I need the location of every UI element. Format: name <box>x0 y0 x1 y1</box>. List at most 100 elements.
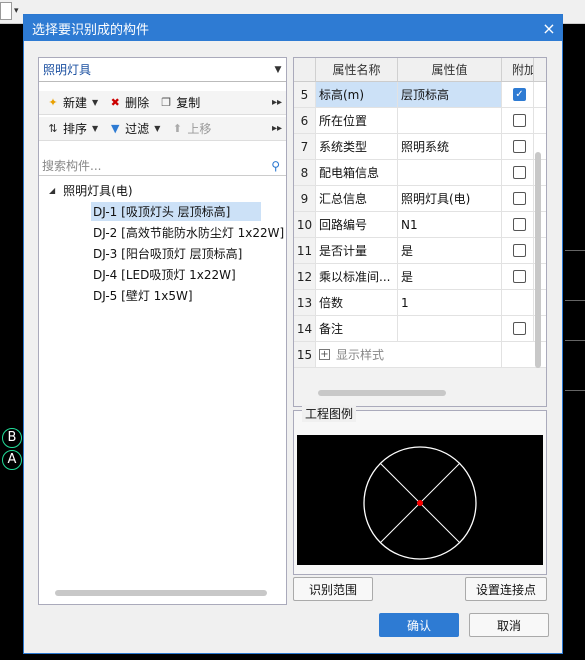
property-value[interactable]: 1 <box>398 290 502 315</box>
checkbox[interactable] <box>513 166 526 179</box>
grid-row-show-style[interactable]: 15 + 显示样式 <box>294 342 546 368</box>
row-number: 6 <box>294 108 316 133</box>
category-select[interactable]: 照明灯具 ▼ <box>39 58 286 82</box>
tree-item-label: DJ-3 [阳台吸顶灯 层顶标高] <box>93 247 243 261</box>
grid-row[interactable]: 9 汇总信息 照明灯具(电) <box>294 186 546 212</box>
expand-plus-icon[interactable]: + <box>319 349 330 360</box>
add-cell <box>502 264 534 289</box>
search-placeholder: 搜索构件... <box>42 159 102 173</box>
grid-header-add[interactable]: 附加 <box>502 58 534 81</box>
tree-item[interactable]: DJ-1 [吸顶灯头 层顶标高] <box>39 201 286 222</box>
property-value[interactable]: 照明系统 <box>398 134 502 159</box>
checked-checkbox[interactable]: ✓ <box>513 88 526 101</box>
grid-row[interactable]: 5 标高(m) 层顶标高 ✓ <box>294 82 546 108</box>
add-cell: ✓ <box>502 82 534 107</box>
overflow-arrows-icon[interactable]: ▸▸ <box>272 97 282 108</box>
dialog-titlebar: 选择要识别成的构件 × <box>24 15 562 41</box>
checkbox[interactable] <box>513 114 526 127</box>
property-value[interactable]: 是 <box>398 238 502 263</box>
grid-row[interactable]: 8 配电箱信息 <box>294 160 546 186</box>
grid-row[interactable]: 14 备注 <box>294 316 546 342</box>
move-up-button[interactable]: ⬆ 上移 <box>167 119 214 139</box>
copy-button-label: 复制 <box>176 96 201 110</box>
caret-down-icon: ▼ <box>92 124 99 133</box>
tree-item[interactable]: DJ-2 [高效节能防水防尘灯 1x22W] <box>39 222 286 243</box>
axis-marker-b: B <box>2 428 22 448</box>
overflow-arrows-icon[interactable]: ▸▸ <box>272 123 282 134</box>
horizontal-scrollbar[interactable] <box>318 390 446 396</box>
show-style-cell[interactable]: + 显示样式 <box>316 342 502 367</box>
row-number: 10 <box>294 212 316 237</box>
horizontal-scrollbar[interactable] <box>55 590 267 596</box>
axis-marker-a: A <box>2 450 22 470</box>
cad-line <box>565 300 585 301</box>
identify-range-button[interactable]: 识别范围 <box>293 577 373 601</box>
checkbox[interactable] <box>513 244 526 257</box>
property-value[interactable]: N1 <box>398 212 502 237</box>
search-icon[interactable]: ⚲ <box>271 159 280 173</box>
add-cell <box>502 212 534 237</box>
grid-header: 属性名称 属性值 附加 <box>294 58 546 82</box>
delete-button[interactable]: ✖ 删除 <box>105 93 152 113</box>
category-select-value: 照明灯具 <box>43 63 92 77</box>
property-value[interactable]: 层顶标高 <box>398 82 502 107</box>
background-combo[interactable] <box>0 2 12 20</box>
new-button-label: 新建 <box>63 96 88 110</box>
tree-item[interactable]: DJ-3 [阳台吸顶灯 层顶标高] <box>39 243 286 264</box>
checkbox[interactable] <box>513 270 526 283</box>
property-name: 配电箱信息 <box>316 160 398 185</box>
grid-header-value[interactable]: 属性值 <box>398 58 502 81</box>
new-button[interactable]: ✦ 新建 ▼ <box>43 93 101 113</box>
property-value[interactable] <box>398 108 502 133</box>
property-name: 倍数 <box>316 290 398 315</box>
grid-row[interactable]: 12 乘以标准间... 是 <box>294 264 546 290</box>
vertical-scrollbar[interactable] <box>535 152 541 368</box>
row-number: 5 <box>294 82 316 107</box>
property-name: 回路编号 <box>316 212 398 237</box>
component-tree: ◢ 照明灯具(电) DJ-1 [吸顶灯头 层顶标高] DJ-2 [高效节能防水防… <box>39 180 286 306</box>
property-value[interactable] <box>398 160 502 185</box>
tree-root[interactable]: ◢ 照明灯具(电) <box>39 180 286 201</box>
grid-header-num <box>294 58 316 81</box>
show-style-label: 显示样式 <box>336 348 385 362</box>
cancel-button[interactable]: 取消 <box>469 613 549 637</box>
set-connect-point-button[interactable]: 设置连接点 <box>465 577 547 601</box>
expand-triangle-icon[interactable]: ◢ <box>49 186 55 195</box>
checkbox[interactable] <box>513 218 526 231</box>
sort-button-label: 排序 <box>63 122 88 136</box>
grid-row[interactable]: 10 回路编号 N1 <box>294 212 546 238</box>
property-name: 标高(m) <box>316 82 398 107</box>
grid-row[interactable]: 13 倍数 1 <box>294 290 546 316</box>
sort-button[interactable]: ⇅ 排序 ▼ <box>43 119 101 139</box>
grid-row[interactable]: 7 系统类型 照明系统 <box>294 134 546 160</box>
property-value[interactable]: 是 <box>398 264 502 289</box>
search-input[interactable]: 搜索构件... ⚲ <box>39 156 286 176</box>
property-value[interactable]: 照明灯具(电) <box>398 186 502 211</box>
grid-row[interactable]: 11 是否计量 是 <box>294 238 546 264</box>
add-cell <box>502 108 534 133</box>
property-name: 所在位置 <box>316 108 398 133</box>
chevron-down-icon: ▼ <box>274 64 282 75</box>
tree-item[interactable]: DJ-4 [LED吸顶灯 1x22W] <box>39 264 286 285</box>
filter-button[interactable]: ▼ 过滤 ▼ <box>105 119 163 139</box>
property-value[interactable] <box>398 316 502 341</box>
checkbox[interactable] <box>513 192 526 205</box>
row-number: 8 <box>294 160 316 185</box>
grid-header-name[interactable]: 属性名称 <box>316 58 398 81</box>
grid-empty-area <box>294 368 546 406</box>
property-name: 备注 <box>316 316 398 341</box>
copy-icon: ❐ <box>161 95 172 109</box>
checkbox[interactable] <box>513 140 526 153</box>
tree-item[interactable]: DJ-5 [壁灯 1x5W] <box>39 285 286 306</box>
row-number: 7 <box>294 134 316 159</box>
copy-button[interactable]: ❐ 复制 <box>156 93 203 113</box>
grid-row[interactable]: 6 所在位置 <box>294 108 546 134</box>
confirm-button[interactable]: 确认 <box>379 613 459 637</box>
legend-box: 工程图例 <box>293 405 547 575</box>
filter-button-label: 过滤 <box>125 122 150 136</box>
close-icon[interactable]: × <box>536 19 562 38</box>
legend-title: 工程图例 <box>302 405 357 422</box>
checkbox[interactable] <box>513 322 526 335</box>
sort-icon: ⇅ <box>48 121 58 135</box>
caret-down-icon: ▼ <box>92 98 99 107</box>
